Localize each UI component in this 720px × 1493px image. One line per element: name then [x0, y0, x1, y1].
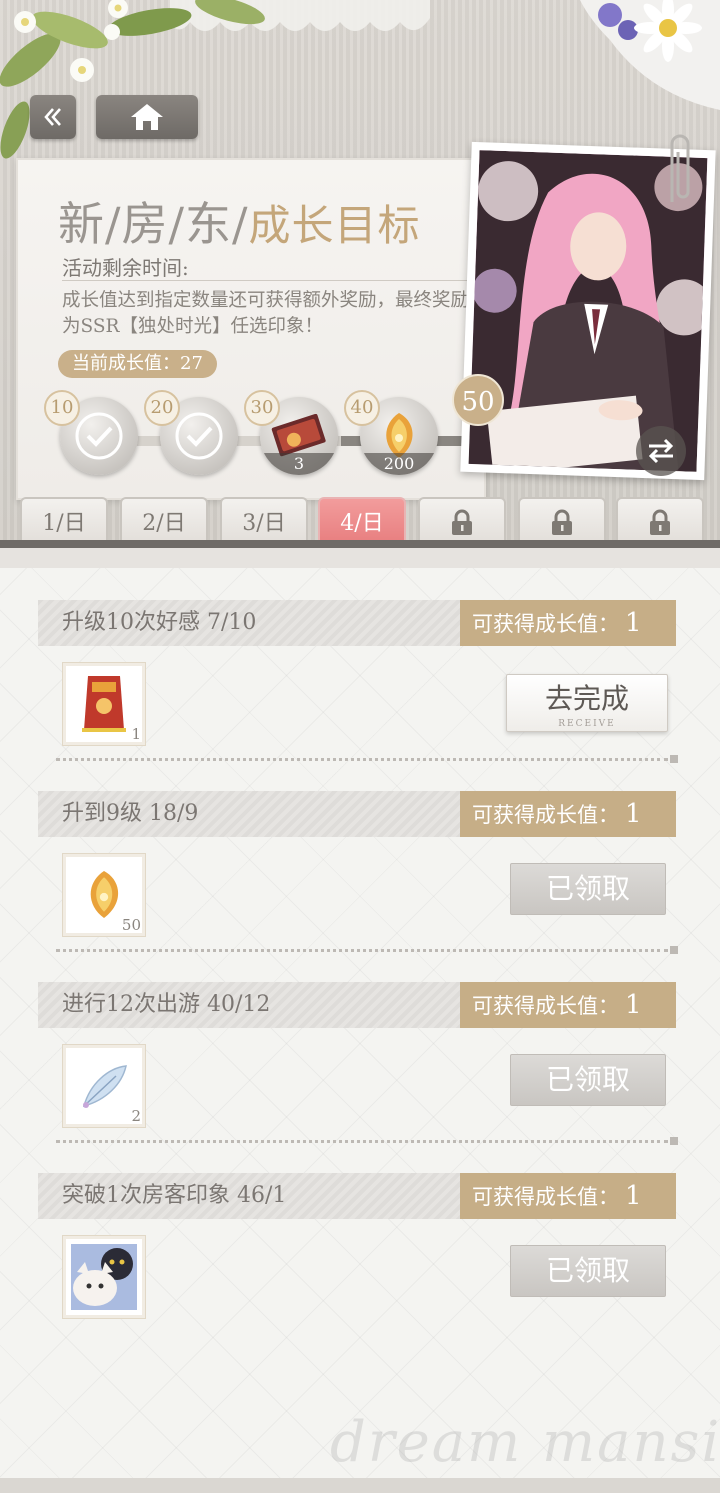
reward-item[interactable]: 50: [62, 853, 146, 937]
milestone-threshold: 40: [344, 390, 380, 426]
task-reward: 可获得成长值： 1: [460, 982, 676, 1028]
milestone-threshold: 10: [44, 390, 80, 426]
claimed-button[interactable]: 已领取: [510, 863, 666, 915]
home-button[interactable]: [96, 95, 198, 139]
dotted-divider: [56, 949, 668, 952]
task-row: 升到9级 18/9 可获得成长值： 1 50 已领取: [38, 791, 678, 971]
divider-end: [670, 755, 678, 763]
check-icon: [175, 412, 223, 460]
divider-end: [670, 1137, 678, 1145]
task-reward: 可获得成长值： 1: [460, 791, 676, 837]
flowers-decoration: [580, 0, 720, 110]
event-info-card: 新/房/东/成长目标 活动剩余时间: 成长值达到指定数量还可获得额外奖励，最终奖…: [16, 158, 486, 500]
task-reward: 可获得成长值： 1: [460, 600, 676, 646]
milestone-threshold: 30: [244, 390, 280, 426]
back-button[interactable]: [30, 95, 76, 139]
go-complete-label: 去完成: [544, 682, 629, 715]
current-growth-badge: 当前成长值：27: [58, 350, 217, 378]
milestone-threshold: 20: [144, 390, 180, 426]
remaining-time-label: 活动剩余时间:: [62, 256, 189, 280]
item-count: 1: [131, 725, 141, 743]
title-part-2: 成长目标: [248, 201, 421, 250]
lock-icon: [452, 509, 472, 535]
task-row: 突破1次房客印象 46/1 可获得成长值： 1 已领取: [38, 1173, 678, 1353]
reward-label: 可获得成长值：: [472, 612, 619, 636]
item-count: 2: [131, 1107, 141, 1125]
double-chevron-left-icon: [44, 108, 61, 126]
reward-item[interactable]: 1: [62, 662, 146, 746]
bottom-strip: [0, 1478, 720, 1493]
card-pack-icon: [71, 1244, 137, 1310]
reward-item[interactable]: 2: [62, 1044, 146, 1128]
panel-top-strip: [0, 548, 720, 568]
swap-arrows-icon: [648, 438, 674, 464]
item-count: 50: [121, 916, 141, 934]
dream-mansion-watermark: dream mansion: [330, 1410, 720, 1475]
event-description: 成长值达到指定数量还可获得额外奖励，最终奖励为SSR【独处时光】任选印象！: [62, 290, 470, 337]
divider-end: [670, 946, 678, 954]
reward-value: 1: [625, 990, 642, 1020]
ticket-icon: [271, 414, 326, 457]
milestone-item-count: 200: [360, 453, 438, 475]
task-row: 升级10次好感 7/10 可获得成长值： 1 1 去完成 RECEIVE: [38, 600, 678, 780]
reward-label: 可获得成长值：: [472, 994, 619, 1018]
feather-icon: [82, 1065, 127, 1108]
home-icon: [131, 104, 163, 130]
final-goal-badge: 50: [452, 374, 504, 426]
lock-icon: [552, 509, 572, 535]
task-title: 升级10次好感 7/10: [38, 600, 460, 646]
reward-value: 1: [625, 1181, 642, 1211]
divider: [62, 280, 482, 281]
leaves-decoration: [0, 0, 265, 159]
task-title: 进行12次出游 40/12: [38, 982, 460, 1028]
claimed-button[interactable]: 已领取: [510, 1245, 666, 1297]
button-subtitle: RECEIVE: [558, 719, 616, 729]
lock-icon: [650, 509, 670, 535]
paperclip-decoration: [670, 134, 690, 202]
reward-label: 可获得成长值：: [472, 803, 619, 827]
claimed-button[interactable]: 已领取: [510, 1054, 666, 1106]
task-reward: 可获得成长值： 1: [460, 1173, 676, 1219]
title-part-1: 新/房/东/: [58, 197, 249, 251]
amber-leaf-icon: [90, 871, 119, 918]
reward-item[interactable]: [62, 1235, 146, 1319]
task-title: 突破1次房客印象 46/1: [38, 1173, 460, 1219]
reward-label: 可获得成长值：: [472, 1185, 619, 1209]
milestone-item-count: 3: [260, 453, 338, 475]
dotted-divider: [56, 758, 668, 761]
gift-bag-icon: [82, 676, 126, 732]
reward-value: 1: [625, 608, 642, 638]
task-row: 进行12次出游 40/12 可获得成长值： 1 2 已领取: [38, 982, 678, 1162]
check-icon: [75, 412, 123, 460]
dotted-divider: [56, 1140, 668, 1143]
go-complete-button[interactable]: 去完成 RECEIVE: [506, 674, 668, 732]
task-panel: 升级10次好感 7/10 可获得成长值： 1 1 去完成 RECEIVE 升到9级…: [0, 548, 720, 1493]
task-title: 升到9级 18/9: [38, 791, 460, 837]
swap-button[interactable]: [636, 426, 686, 476]
reward-value: 1: [625, 799, 642, 829]
page-title: 新/房/东/成长目标: [58, 188, 421, 254]
